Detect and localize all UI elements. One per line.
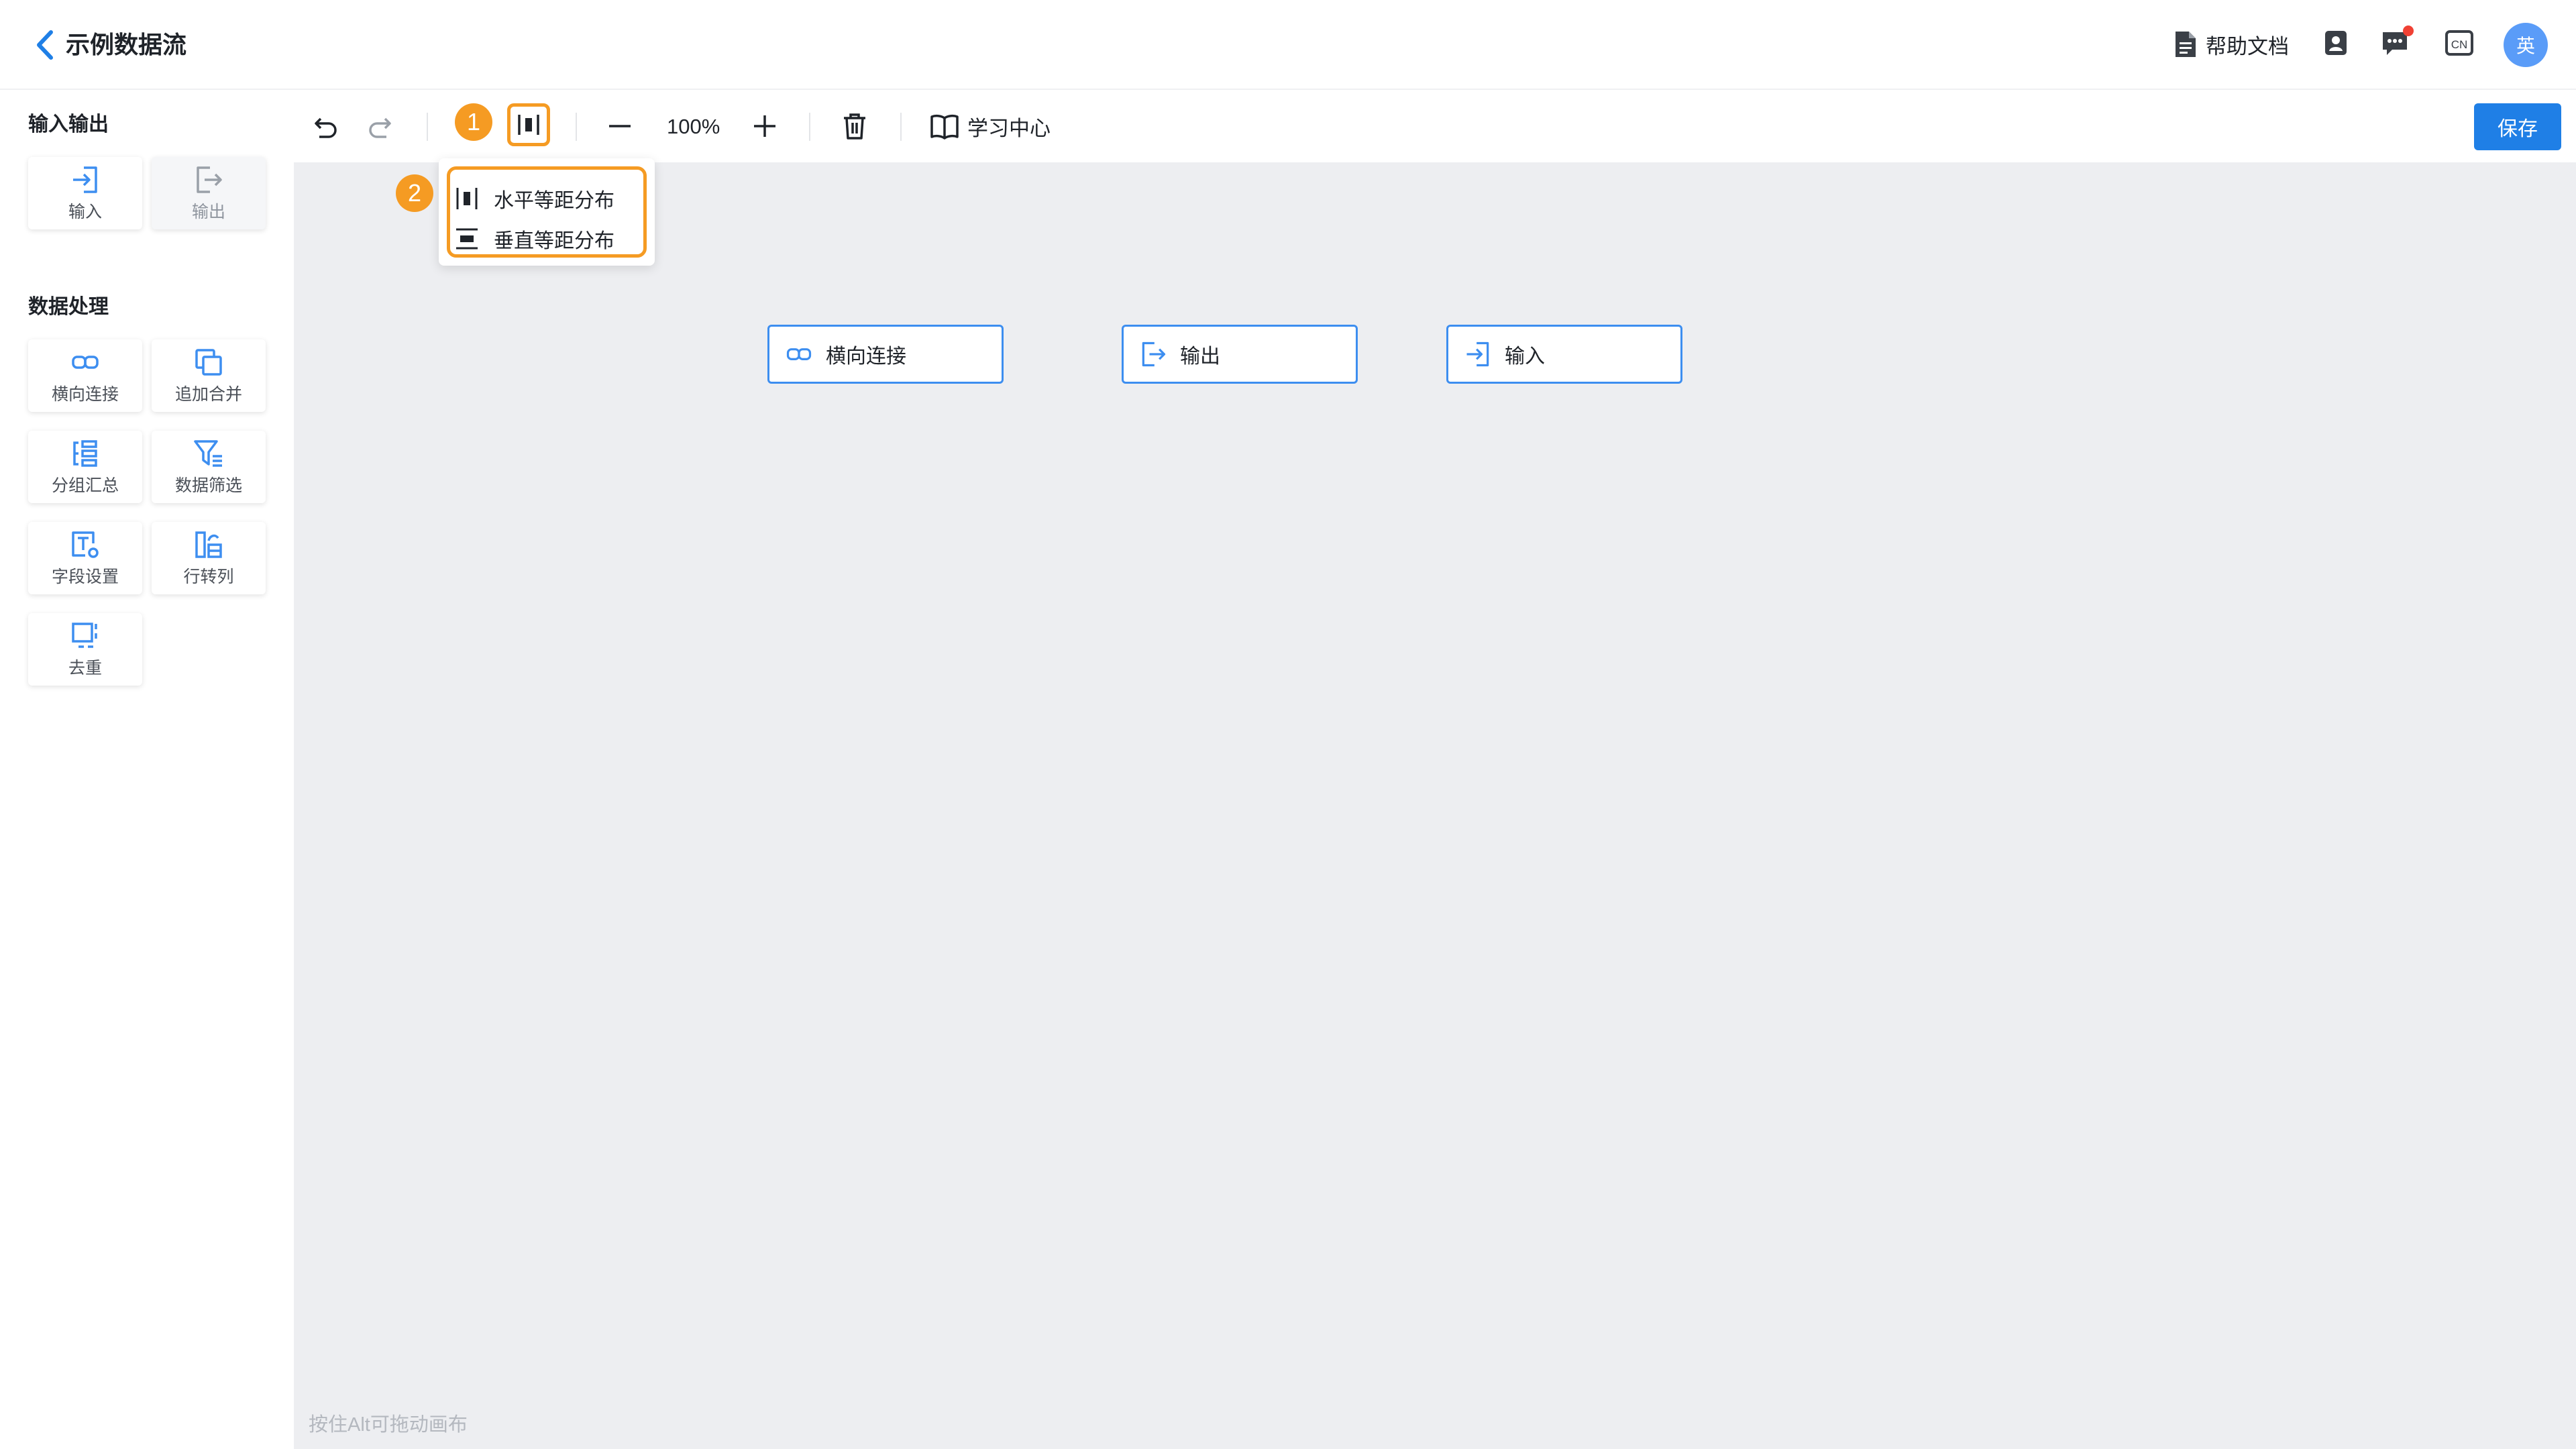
toolbar-divider (900, 113, 902, 141)
canvas-node-join[interactable]: 横向连接 (767, 325, 1004, 384)
trash-icon (844, 113, 865, 140)
palette-item-filter[interactable]: 数据筛选 (152, 431, 266, 503)
learning-center-link[interactable]: 学习中心 (930, 110, 1051, 142)
language-icon[interactable]: CN (2445, 28, 2474, 58)
notification-dot (2403, 25, 2414, 36)
distribute-horizontal-icon (518, 115, 539, 135)
menu-item-distribute-vertical[interactable]: 垂直等距分布 (453, 219, 614, 259)
distribute-align-button[interactable] (507, 103, 550, 146)
help-docs-link[interactable]: 帮助文档 (2174, 25, 2289, 63)
section-title-processing: 数据处理 (28, 296, 109, 318)
palette-item-join[interactable]: 横向连接 (28, 339, 142, 412)
toolbar-divider (809, 113, 810, 141)
section-title-io: 输入输出 (28, 113, 109, 136)
toolbar-divider (576, 113, 577, 141)
undo-button[interactable] (307, 109, 342, 144)
zoom-in-button[interactable] (747, 109, 782, 144)
toolbar-divider (427, 113, 428, 141)
menu-item-label: 水平等距分布 (494, 190, 614, 212)
minus-icon (609, 125, 631, 127)
palette-item-output[interactable]: 输出 (152, 157, 266, 229)
filter-icon (194, 440, 222, 467)
palette-item-append[interactable]: 追加合并 (152, 339, 266, 412)
contacts-icon[interactable] (2321, 28, 2351, 58)
dedupe-icon (72, 623, 97, 648)
palette-item-label: 输出 (191, 203, 225, 221)
redo-icon (369, 117, 391, 138)
palette-item-label: 追加合并 (174, 385, 242, 404)
canvas-node-label: 输入 (1505, 345, 1545, 368)
palette-item-dedupe[interactable]: 去重 (28, 613, 142, 686)
palette-item-field-settings[interactable]: 字段设置 (28, 522, 142, 594)
node-palette-sidebar: 输入输出 输入 输出 数据处理 横向连接 追加合并 分组汇总 数据筛选 字段设置… (0, 90, 294, 1449)
menu-item-label: 垂直等距分布 (494, 230, 614, 252)
field-settings-icon (72, 531, 99, 558)
palette-item-label: 去重 (68, 659, 102, 678)
palette-item-label: 输入 (68, 203, 102, 221)
zoom-out-button[interactable] (602, 109, 637, 144)
distribute-menu: 水平等距分布 垂直等距分布 (439, 158, 655, 266)
palette-item-label: 分组汇总 (51, 476, 119, 495)
canvas-node-label: 输出 (1180, 345, 1220, 368)
menu-item-distribute-horizontal[interactable]: 水平等距分布 (453, 178, 614, 219)
undo-icon (315, 117, 337, 138)
document-icon (2176, 32, 2196, 57)
canvas-node-label: 横向连接 (826, 345, 906, 368)
output-icon (1142, 341, 1166, 367)
group-icon (73, 440, 97, 467)
user-avatar[interactable]: 英 (2504, 23, 2548, 67)
canvas-node-input[interactable]: 输入 (1446, 325, 1682, 384)
palette-item-label: 行转列 (183, 568, 234, 586)
palette-item-label: 字段设置 (51, 568, 119, 586)
learning-center-label: 学习中心 (967, 116, 1051, 140)
input-icon (73, 166, 97, 193)
back-arrow-icon[interactable] (32, 28, 59, 62)
redo-button[interactable] (364, 109, 398, 144)
lang-badge-text: CN (2451, 38, 2468, 51)
book-icon (930, 114, 959, 140)
flow-canvas[interactable]: 横向连接 输出 输入 按住Alt可拖动画布 (294, 162, 2576, 1449)
output-icon (197, 166, 222, 193)
distribute-horizontal-icon (456, 188, 478, 209)
page-title: 示例数据流 (66, 31, 187, 58)
zoom-level: 100% (667, 115, 720, 138)
save-button[interactable]: 保存 (2474, 103, 2561, 150)
palette-item-label: 数据筛选 (174, 476, 242, 495)
join-icon (786, 348, 812, 360)
append-icon (195, 349, 222, 376)
palette-item-input[interactable]: 输入 (28, 157, 142, 229)
palette-item-pivot[interactable]: 行转列 (152, 522, 266, 594)
step-badge-2: 2 (396, 174, 433, 212)
editor-toolbar: 100% 学习中心 保存 (294, 90, 2576, 162)
palette-item-label: 横向连接 (51, 385, 119, 404)
join-icon (72, 356, 99, 369)
canvas-drag-hint: 按住Alt可拖动画布 (309, 1414, 468, 1436)
help-docs-label: 帮助文档 (2206, 34, 2289, 58)
distribute-vertical-icon (456, 228, 478, 250)
input-icon (1466, 341, 1489, 367)
pivot-icon (195, 531, 222, 558)
plus-icon (754, 115, 775, 137)
top-header: 示例数据流 帮助文档 CN 英 (0, 0, 2576, 90)
delete-button[interactable] (837, 109, 872, 144)
canvas-node-output[interactable]: 输出 (1122, 325, 1358, 384)
palette-item-group[interactable]: 分组汇总 (28, 431, 142, 503)
step-badge-1: 1 (455, 103, 492, 141)
